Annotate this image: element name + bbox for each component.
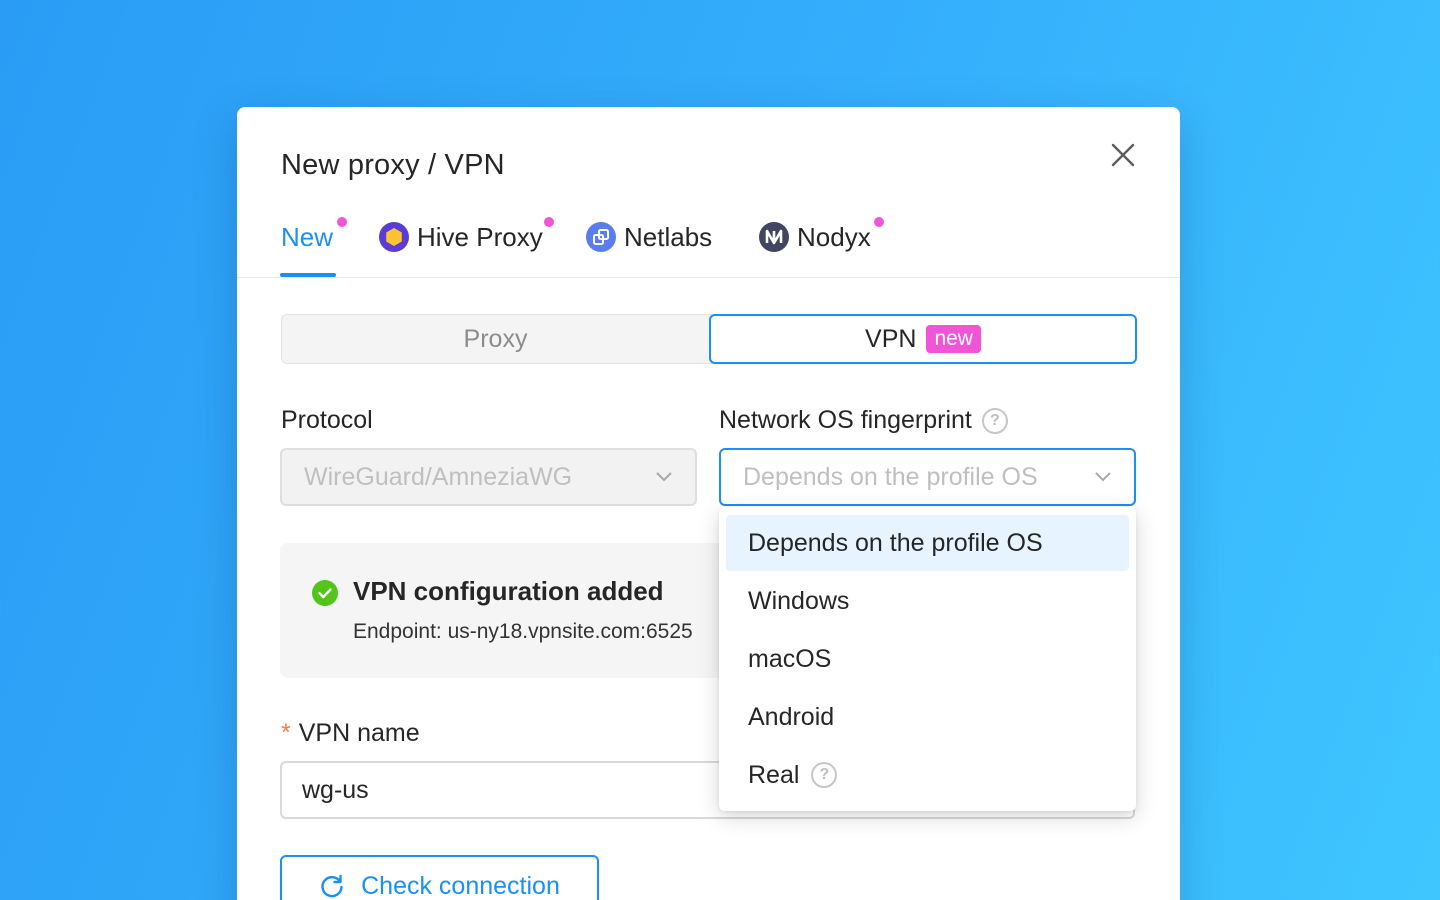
tab-nodyx-notification-dot (874, 217, 884, 227)
help-icon[interactable]: ? (811, 762, 838, 788)
option-depends-on-profile-os[interactable]: Depends on the profile OS (726, 515, 1129, 571)
protocol-select[interactable]: WireGuard/AmneziaWG (280, 448, 697, 506)
vpn-name-label-text: VPN name (298, 719, 420, 747)
netlabs-icon (586, 222, 616, 252)
vpn-config-notice: VPN configuration added Endpoint: us-ny1… (280, 543, 780, 678)
tab-netlabs-label: Netlabs (624, 221, 713, 252)
check-circle-icon (312, 580, 338, 606)
tab-hive-proxy-label: Hive Proxy (417, 221, 543, 252)
tab-nodyx-label: Nodyx (797, 221, 871, 252)
check-connection-label: Check connection (361, 871, 560, 900)
tab-hive-proxy[interactable]: Hive Proxy (379, 219, 543, 255)
protocol-label-text: Protocol (281, 406, 373, 434)
tab-new[interactable]: New (281, 219, 333, 255)
fingerprint-placeholder: Depends on the profile OS (743, 462, 1038, 491)
option-real[interactable]: Real ? (726, 747, 1129, 803)
tab-hive-proxy-notification-dot (544, 217, 554, 227)
option-label: Real (748, 760, 800, 789)
option-label: macOS (748, 644, 832, 673)
tab-nodyx[interactable]: Nodyx (759, 219, 871, 255)
type-switch: Proxy VPN new (281, 314, 1137, 364)
vpn-option[interactable]: VPN new (709, 314, 1137, 364)
notice-title: VPN configuration added (353, 576, 664, 606)
fingerprint-label: Network OS fingerprint ? (719, 406, 1008, 435)
proxy-option[interactable]: Proxy (282, 314, 709, 364)
required-mark: * (281, 719, 291, 747)
option-macos[interactable]: macOS (726, 631, 1129, 687)
tab-new-label: New (281, 221, 334, 252)
tab-netlabs[interactable]: Netlabs (586, 219, 712, 255)
tab-new-notification-dot (337, 217, 347, 227)
fingerprint-select[interactable]: Depends on the profile OS (719, 448, 1136, 506)
new-badge: new (926, 325, 981, 353)
vpn-name-label: * VPN name (281, 719, 420, 748)
provider-tabs: New Hive Proxy Netlabs Nodyx (237, 107, 1180, 278)
option-label: Depends on the profile OS (748, 528, 1043, 557)
active-tab-indicator (280, 273, 336, 277)
fingerprint-label-text: Network OS fingerprint (719, 406, 972, 434)
protocol-label: Protocol (281, 406, 373, 435)
option-label: Windows (748, 586, 850, 615)
proxy-option-label: Proxy (463, 324, 528, 353)
notice-endpoint: Endpoint: us-ny18.vpnsite.com:6525 (353, 620, 693, 643)
option-windows[interactable]: Windows (726, 573, 1129, 629)
chevron-down-icon (656, 472, 672, 482)
option-android[interactable]: Android (726, 689, 1129, 745)
hive-proxy-icon (379, 222, 409, 252)
chevron-down-icon (1095, 472, 1111, 482)
option-label: Android (748, 702, 835, 731)
vpn-option-label: VPN (865, 324, 917, 353)
refresh-icon (321, 874, 343, 898)
nodyx-icon (759, 222, 789, 252)
fingerprint-dropdown: Depends on the profile OS Windows macOS … (719, 507, 1136, 811)
check-connection-button[interactable]: Check connection (280, 855, 599, 900)
help-icon[interactable]: ? (981, 407, 1008, 434)
protocol-value: WireGuard/AmneziaWG (304, 462, 573, 491)
